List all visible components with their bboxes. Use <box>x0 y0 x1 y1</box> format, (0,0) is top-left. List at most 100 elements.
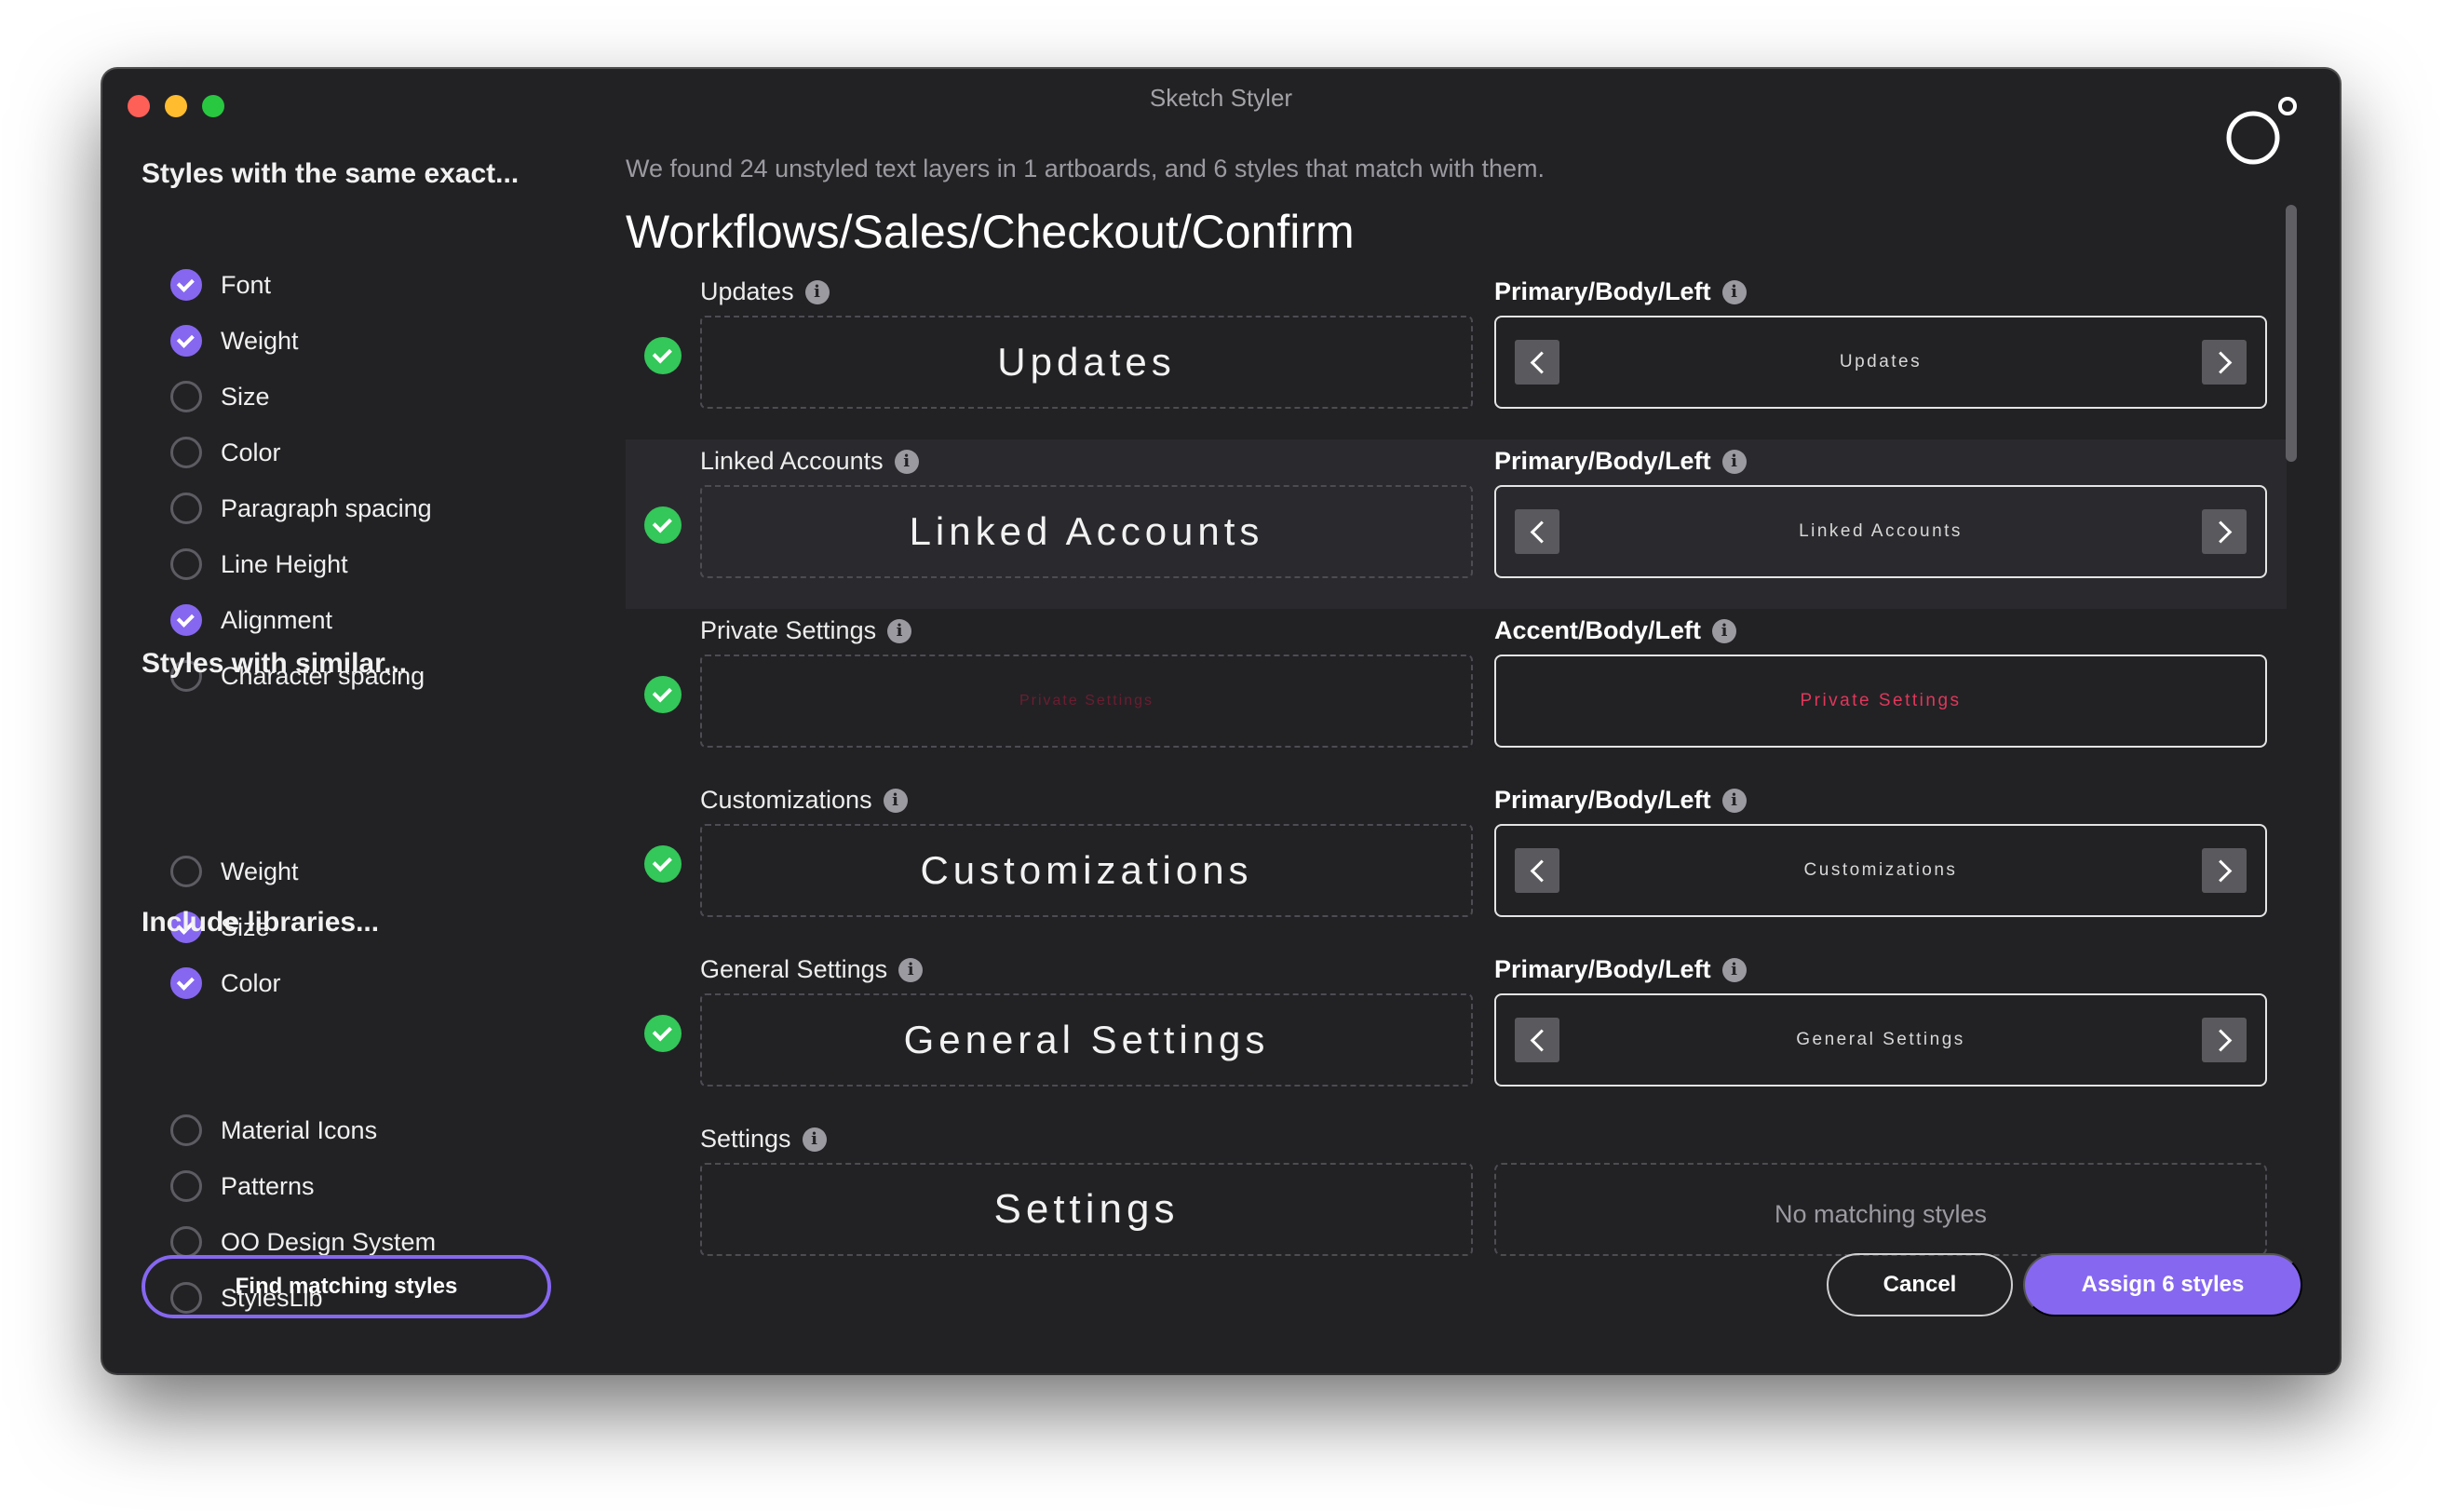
style-preview-box[interactable]: Private Settings <box>1494 655 2267 748</box>
option-color[interactable]: Color <box>170 434 281 471</box>
option-label: Material Icons <box>221 1115 378 1144</box>
assign-styles-button[interactable]: Assign 6 styles <box>2023 1253 2302 1316</box>
option-paragraph-spacing[interactable]: Paragraph spacing <box>170 490 432 527</box>
no-matching-styles-text: No matching styles <box>1774 1199 1988 1228</box>
layer-list: Updates i Updates Primary/Body/Left i Updates… <box>626 270 2287 1303</box>
layer-name-text: Customizations <box>700 786 872 814</box>
option-color[interactable]: Color <box>170 965 281 1002</box>
artboard-heading: Workflows/Sales/Checkout/Confirm <box>626 206 1355 258</box>
checkbox-checked[interactable] <box>170 604 202 636</box>
layer-row: General Settings i General Settings Primary… <box>626 948 2287 1117</box>
info-icon[interactable]: i <box>802 1127 827 1152</box>
layer-row: Private Settings i Private Settings Accent/… <box>626 609 2287 778</box>
layer-row: Linked Accounts i Linked Accounts Primary/B… <box>626 439 2287 609</box>
chevron-right-icon[interactable] <box>2202 1018 2247 1062</box>
layer-row: Updates i Updates Primary/Body/Left i Updates <box>626 270 2287 439</box>
no-match-box: No matching styles <box>1494 1163 2267 1256</box>
option-line-height[interactable]: Line Height <box>170 546 348 583</box>
checkbox-unchecked[interactable] <box>170 856 202 887</box>
option-patterns[interactable]: Patterns <box>170 1168 315 1205</box>
text-layer-preview: Linked Accounts <box>700 485 1473 578</box>
option-label: Color <box>221 438 281 466</box>
option-label: Weight <box>221 326 299 355</box>
info-icon[interactable]: i <box>898 957 924 982</box>
style-sample-text: Linked Accounts <box>1799 521 1963 541</box>
option-label: Font <box>221 270 272 299</box>
style-name-text: Primary/Body/Left <box>1494 447 1711 475</box>
summary-text: We found 24 unstyled text layers in 1 ar… <box>626 155 1545 182</box>
similar-section-title: Styles with similar... <box>142 648 408 679</box>
option-weight[interactable]: Weight <box>170 853 299 890</box>
text-layer-preview: Private Settings <box>700 655 1473 748</box>
matched-style-name: Accent/Body/Left i <box>1494 616 1737 645</box>
style-name-text: Primary/Body/Left <box>1494 955 1711 983</box>
option-label: Line Height <box>221 549 348 578</box>
layer-name-text: Private Settings <box>700 616 877 644</box>
cancel-button[interactable]: Cancel <box>1827 1253 2013 1316</box>
matched-style-name: Primary/Body/Left i <box>1494 955 1747 984</box>
option-label: Alignment <box>221 605 333 634</box>
style-preview-box[interactable]: Customizations <box>1494 824 2267 917</box>
chevron-right-icon[interactable] <box>2202 848 2247 893</box>
find-matching-styles-button[interactable]: Find matching styles <box>142 1255 551 1318</box>
checkbox-unchecked[interactable] <box>170 437 202 468</box>
layer-name-text: Linked Accounts <box>700 447 884 475</box>
chevron-right-icon[interactable] <box>2202 340 2247 385</box>
text-layer-preview: Updates <box>700 316 1473 409</box>
checkbox-unchecked[interactable] <box>170 1170 202 1202</box>
layer-name: General Settings i <box>700 955 924 984</box>
checkbox-unchecked[interactable] <box>170 1114 202 1146</box>
info-icon[interactable]: i <box>1721 279 1747 304</box>
option-weight[interactable]: Weight <box>170 322 299 359</box>
checkbox-unchecked[interactable] <box>170 381 202 412</box>
chevron-right-icon[interactable] <box>2202 509 2247 554</box>
layer-name-text: General Settings <box>700 955 888 983</box>
style-preview-box[interactable]: Linked Accounts <box>1494 485 2267 578</box>
info-icon[interactable]: i <box>804 279 830 304</box>
checkbox-unchecked[interactable] <box>170 493 202 524</box>
option-font[interactable]: Font <box>170 266 271 304</box>
option-label: Patterns <box>221 1171 315 1200</box>
text-layer-preview: Settings <box>700 1163 1473 1256</box>
style-preview-box[interactable]: General Settings <box>1494 993 2267 1087</box>
layer-name: Linked Accounts i <box>700 447 919 476</box>
layer-name: Customizations i <box>700 786 908 815</box>
libraries-section-title: Include libraries... <box>142 907 380 938</box>
chevron-left-icon[interactable] <box>1515 340 1559 385</box>
checkbox-checked[interactable] <box>170 325 202 357</box>
checkbox-unchecked[interactable] <box>170 1226 202 1258</box>
check-icon <box>644 676 682 713</box>
scrollbar-thumb[interactable] <box>2286 205 2297 462</box>
layer-name-text: Updates <box>700 277 794 305</box>
style-name-text: Accent/Body/Left <box>1494 616 1702 644</box>
option-alignment[interactable]: Alignment <box>170 601 332 639</box>
info-icon[interactable]: i <box>883 788 908 813</box>
style-sample-text: Updates <box>1839 352 1923 371</box>
info-icon[interactable]: i <box>1712 618 1737 643</box>
style-name-text: Primary/Body/Left <box>1494 786 1711 814</box>
style-preview-box[interactable]: Updates <box>1494 316 2267 409</box>
matched-style-name: Primary/Body/Left i <box>1494 277 1747 306</box>
check-icon <box>644 1015 682 1052</box>
layer-row: Customizations i Customizations Primary/Bod… <box>626 778 2287 948</box>
option-label: Color <box>221 968 281 997</box>
chevron-left-icon[interactable] <box>1515 509 1559 554</box>
chevron-left-icon[interactable] <box>1515 848 1559 893</box>
text-layer-preview: General Settings <box>700 993 1473 1087</box>
check-icon <box>644 337 682 374</box>
option-material-icons[interactable]: Material Icons <box>170 1112 377 1149</box>
info-icon[interactable]: i <box>1721 788 1747 813</box>
check-icon <box>644 506 682 544</box>
info-icon[interactable]: i <box>1721 957 1747 982</box>
option-size[interactable]: Size <box>170 378 270 415</box>
style-name-text: Primary/Body/Left <box>1494 277 1711 305</box>
text-layer-preview: Customizations <box>700 824 1473 917</box>
checkbox-checked[interactable] <box>170 967 202 999</box>
info-icon[interactable]: i <box>1721 449 1747 474</box>
chevron-left-icon[interactable] <box>1515 1018 1559 1062</box>
info-icon[interactable]: i <box>894 449 919 474</box>
window-title: Sketch Styler <box>1149 84 1293 112</box>
checkbox-unchecked[interactable] <box>170 548 202 580</box>
info-icon[interactable]: i <box>887 618 912 643</box>
checkbox-checked[interactable] <box>170 269 202 301</box>
